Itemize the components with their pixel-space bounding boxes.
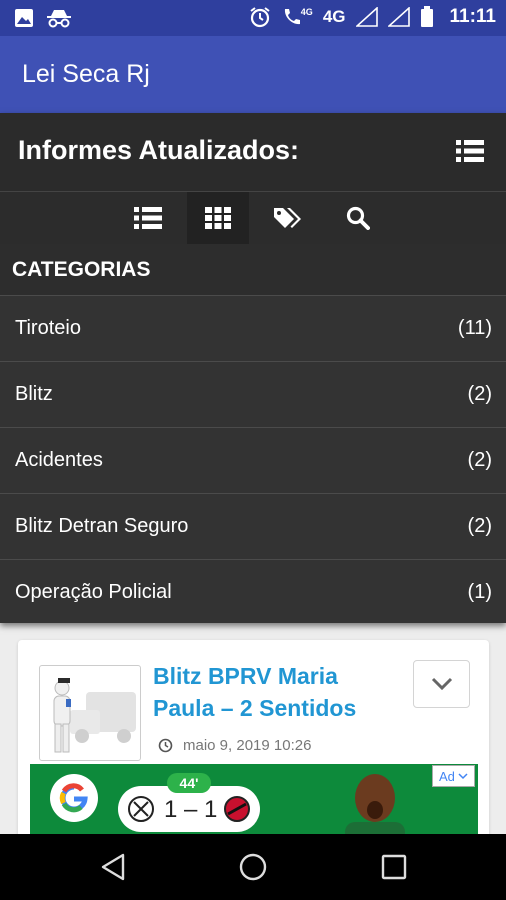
- app-title: Lei Seca Rj: [22, 60, 150, 88]
- status-bar: 4G 4G 11:11: [0, 0, 506, 36]
- category-name: Tiroteio: [15, 317, 81, 339]
- back-icon[interactable]: [100, 853, 126, 881]
- search-icon: [346, 206, 370, 230]
- category-name: Blitz Detran Seguro: [15, 515, 189, 537]
- panel-title: Informes Atualizados:: [18, 135, 300, 165]
- tab-grid[interactable]: [187, 192, 249, 244]
- tags-icon: [274, 208, 301, 228]
- home-icon[interactable]: [238, 852, 268, 882]
- ad-banner[interactable]: 1 – 1 44' Ad: [30, 764, 478, 834]
- panel-tabs: [0, 192, 506, 244]
- category-item[interactable]: Blitz Detran Seguro (2): [0, 494, 506, 560]
- category-name: Operação Policial: [15, 581, 172, 603]
- categories-heading: CATEGORIAS: [0, 244, 506, 296]
- category-count: (2): [467, 449, 492, 471]
- expand-button[interactable]: [413, 660, 470, 708]
- ad-badge[interactable]: Ad: [432, 765, 475, 787]
- clock: 11:11: [449, 6, 497, 27]
- alarm-icon: [250, 7, 270, 28]
- category-count: (2): [467, 515, 492, 537]
- category-count: (2): [467, 383, 492, 405]
- signal-icon: [355, 7, 378, 27]
- signal-icon-2: [387, 7, 410, 27]
- wifi-call-icon: 4G: [281, 7, 313, 27]
- category-item[interactable]: Operação Policial (1): [0, 560, 506, 625]
- battery-icon: [420, 6, 433, 27]
- list-menu-icon[interactable]: [456, 138, 484, 164]
- category-count: (1): [467, 581, 492, 603]
- match-minute: 44': [167, 773, 211, 793]
- ad-badge-label: Ad: [439, 768, 455, 784]
- team-crest-icon-2: [224, 796, 250, 822]
- image-icon: [15, 9, 33, 27]
- category-name: Blitz: [15, 383, 53, 405]
- widget-panel: Informes Atualizados: CATEGORIAS Tirotei…: [0, 113, 506, 623]
- match-score: 1 – 1: [164, 796, 218, 823]
- network-label: 4G: [322, 7, 346, 26]
- categories-list: CATEGORIAS Tiroteio (11) Blitz (2) Acide…: [0, 244, 506, 623]
- recents-icon[interactable]: [381, 854, 407, 880]
- post-date-text: maio 9, 2019 10:26: [183, 737, 312, 754]
- category-name: Acidentes: [15, 449, 103, 471]
- category-item[interactable]: Blitz (2): [0, 362, 506, 428]
- tab-search[interactable]: [327, 192, 389, 244]
- app-bar: Lei Seca Rj: [0, 36, 506, 113]
- post-thumbnail[interactable]: [39, 665, 141, 761]
- ad-person-image: [345, 774, 405, 834]
- police-car-illustration: [53, 678, 136, 753]
- post-date: maio 9, 2019 10:26: [158, 737, 311, 754]
- google-logo-icon: [50, 774, 98, 822]
- clock-icon: [158, 738, 173, 753]
- category-item[interactable]: Tiroteio (11): [0, 296, 506, 362]
- system-nav-bar: [0, 834, 506, 900]
- list-icon: [134, 207, 162, 229]
- incognito-icon: [47, 10, 71, 28]
- panel-header: Informes Atualizados:: [0, 113, 506, 192]
- grid-icon: [205, 207, 231, 229]
- chevron-down-icon: [431, 677, 452, 691]
- category-item[interactable]: Acidentes (2): [0, 428, 506, 494]
- categories-heading-label: CATEGORIAS: [12, 258, 151, 281]
- tab-tags[interactable]: [257, 192, 319, 244]
- network-small-label: 4G: [300, 7, 313, 17]
- chevron-down-icon: [458, 772, 468, 779]
- category-count: (11): [457, 317, 492, 339]
- post-title-link[interactable]: Blitz BPRV Maria Paula – 2 Sentidos: [153, 660, 393, 724]
- team-crest-icon: [128, 796, 154, 822]
- tab-list[interactable]: [117, 192, 179, 244]
